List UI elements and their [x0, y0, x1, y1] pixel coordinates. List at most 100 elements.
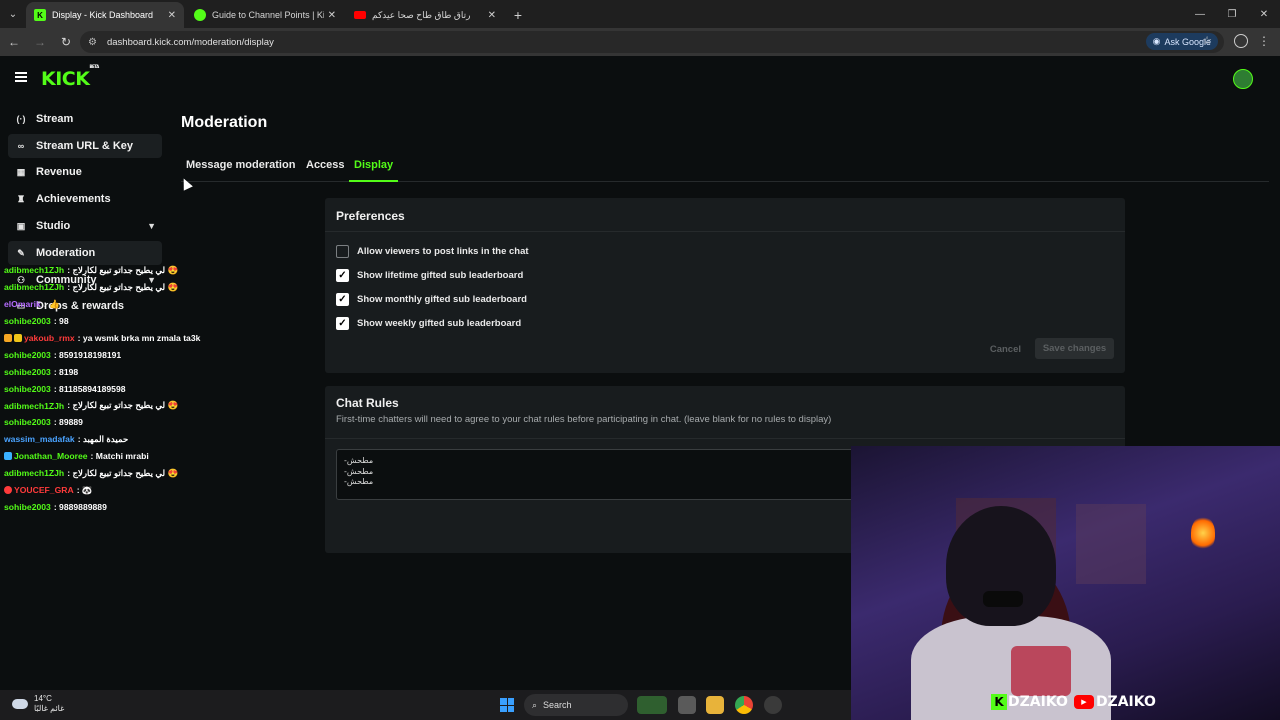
maximize-icon[interactable]: ❐ — [1216, 0, 1248, 28]
chat-message: Jonathan_Mooree: Matchi mrabi — [4, 448, 264, 465]
browser-tab-2[interactable]: Guide to Channel Points | Kick ✕ — [186, 2, 344, 28]
chat-username: sohibe2003 — [4, 417, 51, 428]
webcam-overlay: K DZAIKO ▶ DZAIKO — [851, 446, 1280, 720]
chat-text: : 8591918198191 — [53, 349, 122, 360]
sidebar-item-achievements[interactable]: ♜ Achievements — [8, 187, 162, 211]
chat-text: : Matchi mrabi — [90, 451, 149, 462]
checkbox-checked[interactable]: ✓ — [336, 292, 349, 306]
chat-text: : 👍 — [43, 298, 60, 309]
sidebar-item-stream-url-key[interactable]: ∞ Stream URL & Key — [8, 134, 162, 158]
save-changes-button[interactable]: Save changes — [1035, 338, 1114, 359]
tab-search-icon[interactable]: ⌄ — [0, 0, 26, 28]
reload-icon[interactable]: ↻ — [54, 30, 78, 54]
checkbox-checked[interactable]: ✓ — [336, 268, 349, 282]
wrench-icon: ✎ — [17, 247, 25, 258]
tab-display[interactable]: Display — [349, 159, 399, 182]
browser-tab-1[interactable]: K Display - Kick Dashboard ✕ — [26, 2, 184, 28]
file-explorer-icon[interactable] — [706, 696, 724, 714]
option-weekly-leaderboard[interactable]: ✓ Show weekly gifted sub leaderboard — [336, 316, 521, 330]
new-tab-button[interactable]: + — [506, 2, 530, 28]
chat-message: sohibe2003: 9889889889 — [4, 498, 264, 515]
search-icon: ⌕ — [532, 699, 538, 710]
tab-message-moderation[interactable]: Message moderation — [181, 159, 300, 182]
chat-username: adibmech1ZJh — [4, 265, 65, 276]
profile-icon[interactable] — [1234, 34, 1248, 48]
temperature: 14°C — [34, 694, 52, 703]
browser-tab-3[interactable]: رتاق طاق طاح صحا عيدكم ✕ — [346, 2, 504, 28]
sidebar-item-studio[interactable]: ▣ Studio ▼ — [8, 214, 162, 238]
chat-username: elOmarik — [4, 299, 41, 310]
chat-text: : لي يطيح جداتو تبيع لكارلاج 😍 — [67, 264, 179, 275]
close-tab-icon[interactable]: ✕ — [168, 10, 176, 21]
minimize-icon[interactable]: — — [1184, 0, 1216, 28]
weather-text: غائم غالبًا — [34, 704, 65, 713]
kick-logo[interactable]: KICKBETA — [41, 64, 99, 90]
flame-lamp-icon — [1191, 516, 1215, 550]
chat-username: yakoub_rmx — [24, 333, 75, 343]
close-tab-icon[interactable]: ✕ — [328, 10, 336, 21]
close-window-icon[interactable]: ✕ — [1248, 0, 1280, 28]
option-label: Allow viewers to post links in the chat — [357, 245, 529, 257]
kick-favicon-icon: K — [34, 9, 46, 21]
chat-message: sohibe2003: 81185894189598 — [4, 380, 264, 397]
brand-name: DZAIKO — [1095, 694, 1156, 710]
badge-icon — [4, 486, 12, 495]
browser-tabbar: ⌄ K Display - Kick Dashboard ✕ Guide to … — [0, 0, 1280, 28]
chat-username: wassim_madafak — [4, 434, 75, 445]
kick-favicon-icon — [194, 9, 206, 21]
forward-icon[interactable]: → — [28, 30, 52, 54]
chat-rules-description: First-time chatters will need to agree t… — [336, 414, 832, 425]
hamburger-menu-icon[interactable] — [15, 72, 27, 82]
trophy-icon: ♜ — [16, 193, 26, 204]
chat-username: sohibe2003 — [4, 383, 51, 394]
option-label: Show monthly gifted sub leaderboard — [357, 293, 527, 305]
task-view-icon[interactable] — [678, 696, 696, 714]
back-icon[interactable]: ← — [2, 30, 26, 54]
sidebar-item-label: Stream — [36, 113, 74, 125]
option-lifetime-leaderboard[interactable]: ✓ Show lifetime gifted sub leaderboard — [336, 268, 523, 282]
chat-text: : 8198 — [53, 366, 79, 377]
option-label: Show weekly gifted sub leaderboard — [357, 317, 522, 329]
sidebar-item-stream[interactable]: (·) Stream — [8, 107, 162, 131]
windows-start-icon[interactable] — [500, 698, 514, 712]
url-input[interactable]: ⚙ dashboard.kick.com/moderation/display — [80, 31, 1224, 53]
user-avatar[interactable] — [1233, 69, 1253, 89]
chat-username: sohibe2003 — [4, 316, 51, 327]
sidebar-item-revenue[interactable]: ▦ Revenue — [8, 160, 162, 184]
close-tab-icon[interactable]: ✕ — [488, 10, 496, 21]
chat-message: sohibe2003: 98 — [4, 313, 264, 330]
chat-rules-title: Chat Rules — [336, 396, 399, 410]
beta-badge: BETA — [89, 63, 99, 69]
chrome-icon[interactable] — [735, 696, 753, 714]
sidebar-item-label: Stream URL & Key — [36, 140, 133, 152]
chat-username: Jonathan_Mooree — [14, 451, 88, 462]
lens-icon: ◉ — [1152, 36, 1161, 46]
checkbox-checked[interactable]: ✓ — [336, 316, 349, 330]
checkbox[interactable] — [336, 244, 349, 258]
chat-message: YOUCEF_GRA: 🐼 — [4, 482, 264, 499]
weather-widget[interactable]: 14°C غائم غالبًا — [12, 694, 64, 714]
tab-title: رتاق طاق طاح صحا عيدكم — [372, 9, 471, 20]
menu-kebab-icon[interactable]: ⋮ — [1258, 34, 1270, 48]
badge-icon — [14, 334, 22, 342]
chat-username: adibmech1ZJh — [4, 400, 65, 411]
windows-taskbar: 14°C غائم غالبًا ⌕ Search — [0, 690, 851, 720]
option-allow-links[interactable]: Allow viewers to post links in the chat — [336, 244, 529, 258]
app-icon[interactable] — [764, 696, 782, 714]
kick-logo-icon: K — [991, 694, 1007, 710]
chat-message: adibmech1ZJh: لي يطيح جداتو تبيع لكارلاج… — [4, 465, 264, 482]
chat-username: sohibe2003 — [4, 366, 51, 377]
badge-icon — [4, 334, 12, 342]
widget-icon[interactable] — [637, 696, 667, 714]
cancel-button[interactable]: Cancel — [990, 344, 1021, 355]
chat-message: sohibe2003: 8198 — [4, 363, 264, 380]
tab-access[interactable]: Access — [301, 159, 350, 182]
taskbar-search[interactable]: ⌕ Search — [524, 694, 628, 716]
window-controls: — ❐ ✕ — [1184, 0, 1280, 28]
option-monthly-leaderboard[interactable]: ✓ Show monthly gifted sub leaderboard — [336, 292, 527, 306]
chat-text: : لي يطيح جداتو تبيع لكارلاج 😍 — [67, 467, 179, 478]
bookmark-star-icon[interactable]: ☆ — [1202, 34, 1212, 47]
chat-text: : 89889 — [53, 417, 83, 428]
site-info-icon[interactable]: ⚙ — [88, 37, 97, 48]
divider — [325, 438, 1125, 439]
